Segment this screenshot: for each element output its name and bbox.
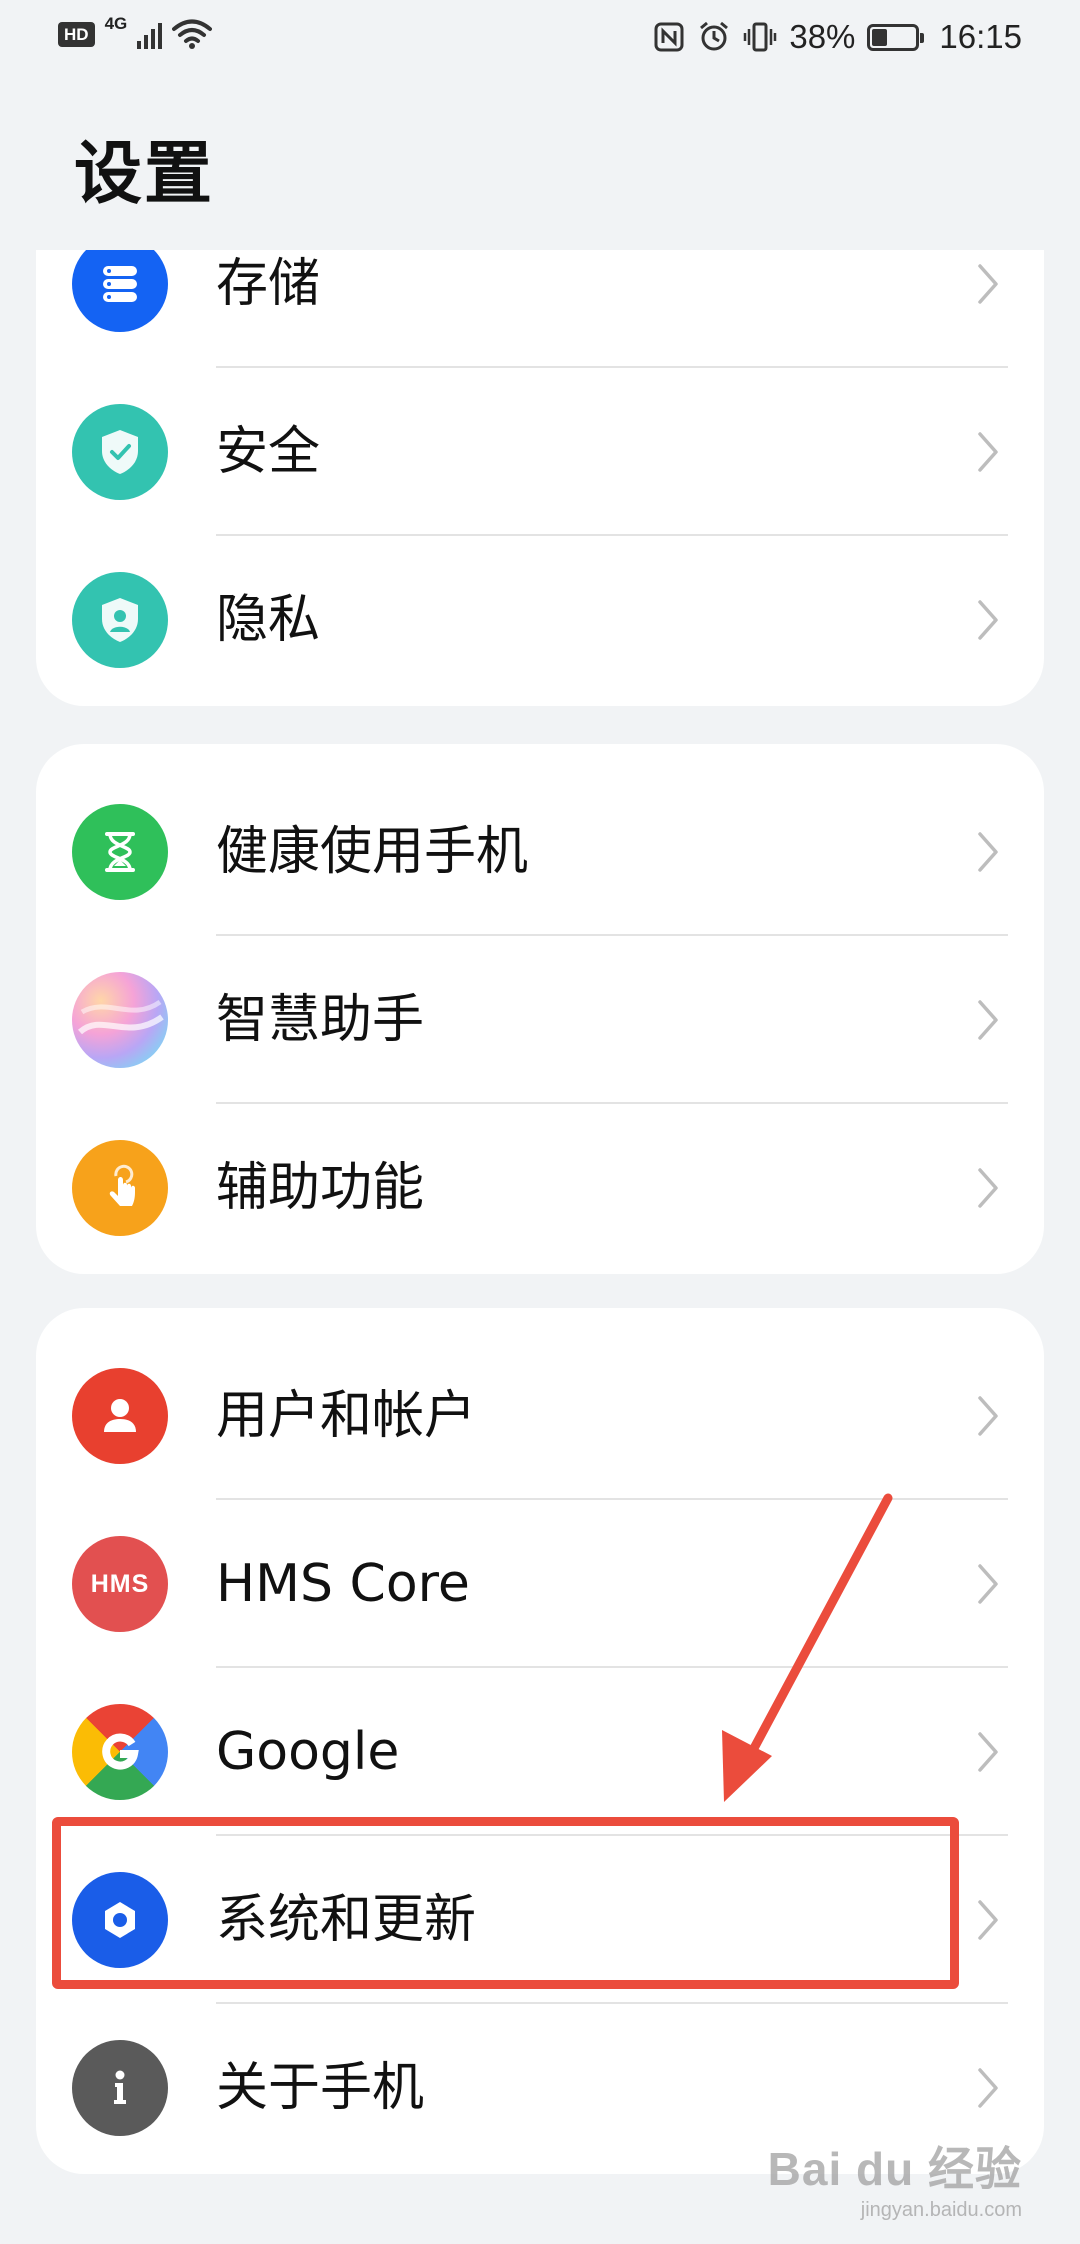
row-google[interactable]: Google	[36, 1668, 1044, 1836]
chevron-right-icon	[978, 1900, 998, 1940]
settings-group-1: 存储 安全 隐私	[36, 250, 1044, 706]
battery-percent: 38%	[789, 18, 856, 55]
status-left: HD 4G	[58, 14, 213, 50]
info-icon	[72, 2040, 168, 2136]
status-right: 38% 16:15	[653, 18, 1022, 56]
page-title: 设置	[74, 135, 215, 214]
signal-icon	[137, 19, 163, 49]
chevron-right-icon	[978, 264, 998, 304]
accessibility-hand-icon	[72, 1140, 168, 1236]
row-users-accounts[interactable]: 用户和帐户	[36, 1332, 1044, 1500]
chevron-right-icon	[978, 1396, 998, 1436]
row-label: 系统和更新	[216, 1890, 477, 1950]
settings-list[interactable]: 存储 安全 隐私 健康使用手机 智慧助手 辅助功能 用户和帐户 HMS HMS …	[0, 250, 1080, 2244]
chevron-right-icon	[978, 1564, 998, 1604]
nfc-icon	[654, 22, 684, 52]
settings-group-3: 用户和帐户 HMS HMS Core Google 系统和更新 关于手机	[36, 1308, 1044, 2174]
row-privacy[interactable]: 隐私	[36, 536, 1044, 704]
row-accessibility[interactable]: 辅助功能	[36, 1104, 1044, 1272]
watermark-sub: jingyan.baidu.com	[860, 2199, 1022, 2221]
chevron-right-icon	[978, 1000, 998, 1040]
vibrate-icon	[744, 22, 777, 52]
watermark: Bai du 经验 jingyan.baidu.com	[768, 2133, 1022, 2222]
row-label: HMS Core	[216, 1554, 470, 1614]
chevron-right-icon	[978, 2068, 998, 2108]
row-hms-core[interactable]: HMS HMS Core	[36, 1500, 1044, 1668]
chevron-right-icon	[978, 832, 998, 872]
row-label: 安全	[216, 422, 321, 482]
row-digital-balance[interactable]: 健康使用手机	[36, 768, 1044, 936]
assistant-orb-icon	[72, 972, 168, 1068]
google-icon	[72, 1704, 168, 1800]
row-label: 智慧助手	[216, 990, 425, 1050]
chevron-right-icon	[978, 432, 998, 472]
user-icon	[72, 1368, 168, 1464]
storage-icon	[72, 250, 168, 332]
hourglass-icon	[72, 804, 168, 900]
row-security[interactable]: 安全	[36, 368, 1044, 536]
hms-icon: HMS	[72, 1536, 168, 1632]
row-system-update[interactable]: 系统和更新	[36, 1836, 1044, 2004]
security-shield-icon	[72, 404, 168, 500]
battery-icon	[867, 23, 925, 51]
hms-icon-text: HMS	[90, 1569, 150, 1598]
row-storage[interactable]: 存储	[36, 250, 1044, 368]
row-label: 存储	[216, 254, 321, 314]
row-label: 辅助功能	[216, 1158, 425, 1218]
network-type: 4G	[104, 14, 128, 33]
wifi-icon	[172, 19, 213, 49]
gear-icon	[72, 1872, 168, 1968]
row-label: Google	[216, 1722, 400, 1782]
row-label: 隐私	[216, 590, 321, 650]
settings-group-2: 健康使用手机 智慧助手 辅助功能	[36, 744, 1044, 1274]
row-label: 用户和帐户	[216, 1386, 477, 1446]
chevron-right-icon	[978, 600, 998, 640]
alarm-icon	[700, 21, 729, 51]
watermark-main: Bai du 经验	[767, 2143, 1022, 2195]
clock: 16:15	[939, 18, 1022, 55]
privacy-shield-icon	[72, 572, 168, 668]
hd-badge: HD	[58, 21, 95, 47]
battery-fill	[872, 28, 888, 46]
row-label: 关于手机	[216, 2058, 425, 2118]
status-bar: HD 4G 38% 16:15	[0, 0, 1080, 80]
row-label: 健康使用手机	[216, 822, 529, 882]
row-smart-assistant[interactable]: 智慧助手	[36, 936, 1044, 1104]
chevron-right-icon	[978, 1168, 998, 1208]
settings-screen: HD 4G 38% 16:15 设置 存储 安全 隐私 健康使用手机 智慧助手 …	[0, 0, 1080, 2244]
chevron-right-icon	[978, 1732, 998, 1772]
